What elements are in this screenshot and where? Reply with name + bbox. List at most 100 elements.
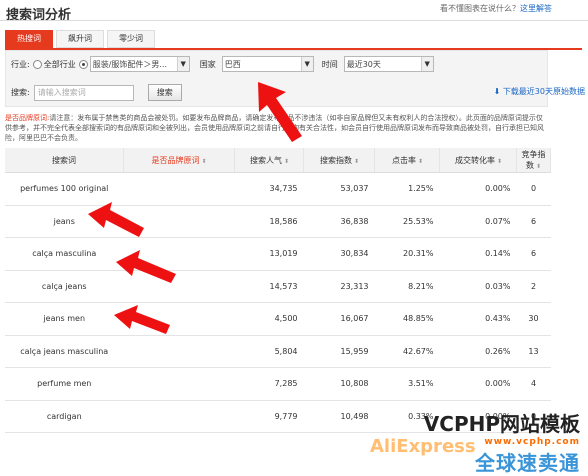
search-label: 搜索: — [11, 88, 30, 97]
download-icon: ⬇ — [493, 87, 501, 96]
watermark-url: www.vcphp.com — [484, 437, 580, 447]
tab-hot-words[interactable]: 热搜词 — [5, 30, 53, 48]
conversion-cell: 0.07% — [439, 205, 517, 238]
tab-zero-words[interactable]: 零少词 — [107, 30, 155, 48]
competition-cell: 2 — [516, 270, 551, 303]
search-button[interactable]: 搜索 — [147, 84, 182, 101]
col-brand[interactable]: 是否品牌原词 — [123, 148, 235, 173]
conversion-cell: 0.14% — [439, 237, 517, 271]
chevron-down-icon: ▼ — [300, 57, 313, 71]
ctr-cell: 25.53% — [374, 205, 440, 238]
col-competition[interactable]: 竞争指数 — [516, 148, 551, 173]
watermark: VCPHP网站模板 www.vcphp.com 全球速卖通 — [424, 408, 580, 476]
brand-cell — [123, 335, 235, 368]
time-select[interactable]: 最近30天 ▼ — [343, 56, 434, 72]
search-input[interactable]: 请输入搜索词 — [33, 84, 134, 101]
ctr-cell: 20.31% — [374, 237, 440, 271]
search-index-cell: 23,313 — [303, 270, 375, 303]
popularity-cell: 14,573 — [234, 270, 304, 303]
arrow-annotation-icon — [114, 305, 170, 334]
brand-cell — [123, 400, 235, 433]
chevron-down-icon: ▼ — [176, 57, 189, 71]
country-select-value: 巴西 — [224, 59, 241, 69]
table-row: calça jeans masculina 5,804 15,959 42.67% 0.… — [5, 335, 551, 368]
keyword-cell: calça jeans — [5, 270, 124, 303]
search-index-cell: 36,838 — [303, 205, 375, 238]
popularity-cell: 7,285 — [234, 367, 304, 401]
time-label: 时间 — [321, 59, 338, 69]
search-index-cell: 30,834 — [303, 237, 375, 271]
search-row: 搜索: 请输入搜索词 搜索 — [11, 84, 182, 101]
brand-cell — [123, 367, 235, 401]
arrow-annotation-icon — [88, 202, 144, 237]
download-link[interactable]: ⬇ 下载最近30天原始数据 — [494, 86, 585, 97]
chevron-down-icon: ▼ — [420, 57, 433, 71]
competition-cell: 30 — [516, 302, 551, 336]
search-index-cell: 15,959 — [303, 335, 375, 368]
help-text: 看不懂图表在说什么？这里解答 — [440, 3, 552, 14]
country-select[interactable]: 巴西 ▼ — [221, 56, 314, 72]
watermark-title: VCPHP网站模板 — [423, 412, 580, 436]
arrow-annotation-icon — [258, 82, 302, 142]
all-industry-label: 全部行业 — [43, 59, 76, 69]
watermark-brand: 全球速卖通 — [475, 451, 580, 475]
notice-title: 是否品牌原词: — [5, 114, 50, 122]
tab-rising-words[interactable]: 飙升词 — [56, 30, 104, 48]
popularity-cell: 18,586 — [234, 205, 304, 238]
keyword-cell: perfume men — [5, 367, 124, 401]
keyword-cell: jeans men — [5, 302, 124, 336]
col-popularity[interactable]: 搜索人气 — [234, 148, 304, 173]
keyword-cell: calça masculina — [5, 237, 124, 271]
table-row: perfume men 7,285 10,808 3.51% 0.00% 4 — [5, 367, 551, 401]
conversion-cell: 0.03% — [439, 270, 517, 303]
search-index-cell: 10,498 — [303, 400, 375, 433]
ctr-cell: 42.67% — [374, 335, 440, 368]
table-row: jeans men 4,500 16,067 48.85% 0.43% 30 — [5, 302, 551, 336]
popularity-cell: 13,019 — [234, 237, 304, 271]
col-ctr[interactable]: 点击率 — [374, 148, 440, 173]
popularity-cell: 5,804 — [234, 335, 304, 368]
popularity-cell: 34,735 — [234, 172, 304, 206]
search-index-cell: 53,037 — [303, 172, 375, 206]
industry-select-value: 服装/服饰配件＞男... — [92, 59, 168, 69]
ctr-cell: 48.85% — [374, 302, 440, 336]
country-label: 国家 — [199, 59, 216, 69]
ctr-cell: 1.25% — [374, 172, 440, 206]
industry-radio[interactable] — [78, 59, 88, 69]
arrow-annotation-icon — [116, 250, 176, 283]
time-select-value: 最近30天 — [346, 59, 381, 69]
search-index-cell: 16,067 — [303, 302, 375, 336]
keyword-table: 搜索词 是否品牌原词 搜索人气 搜索指数 点击率 成交转化率 竞争指数 perf… — [5, 148, 551, 433]
competition-cell: 4 — [516, 367, 551, 401]
ctr-cell: 3.51% — [374, 367, 440, 401]
competition-cell: 13 — [516, 335, 551, 368]
search-index-cell: 10,808 — [303, 367, 375, 401]
help-question: 看不懂图表在说什么？ — [440, 4, 520, 13]
col-search-index[interactable]: 搜索指数 — [303, 148, 375, 173]
conversion-cell: 0.00% — [439, 367, 517, 401]
tab-bar: 热搜词 飙升词 零少词 — [5, 30, 158, 48]
competition-cell: 6 — [516, 237, 551, 271]
popularity-cell: 4,500 — [234, 302, 304, 336]
popularity-cell: 9,779 — [234, 400, 304, 433]
conversion-cell: 0.26% — [439, 335, 517, 368]
help-link[interactable]: 这里解答 — [520, 4, 552, 13]
table-row: calça jeans 14,573 23,313 8.21% 0.03% 2 — [5, 270, 551, 303]
competition-cell: 0 — [516, 172, 551, 206]
all-industry-radio[interactable] — [32, 59, 42, 69]
industry-select[interactable]: 服装/服饰配件＞男... ▼ — [89, 56, 190, 72]
conversion-cell: 0.43% — [439, 302, 517, 336]
conversion-cell: 0.00% — [439, 172, 517, 206]
industry-label: 行业: — [11, 59, 30, 69]
ctr-cell: 8.21% — [374, 270, 440, 303]
divider — [0, 20, 588, 21]
download-label: 下载最近30天原始数据 — [502, 87, 585, 96]
keyword-cell: cardigan — [5, 400, 124, 433]
filter-row: 行业: 全部行业 服装/服饰配件＞男... ▼ 国家 巴西 ▼ 时间 最近30天… — [11, 56, 434, 72]
competition-cell: 6 — [516, 205, 551, 238]
col-keyword: 搜索词 — [5, 148, 124, 173]
table-header: 搜索词 是否品牌原词 搜索人气 搜索指数 点击率 成交转化率 竞争指数 — [5, 148, 551, 173]
keyword-cell: calça jeans masculina — [5, 335, 124, 368]
table-row: calça masculina 13,019 30,834 20.31% 0.14% 6 — [5, 237, 551, 271]
col-conversion[interactable]: 成交转化率 — [439, 148, 517, 173]
